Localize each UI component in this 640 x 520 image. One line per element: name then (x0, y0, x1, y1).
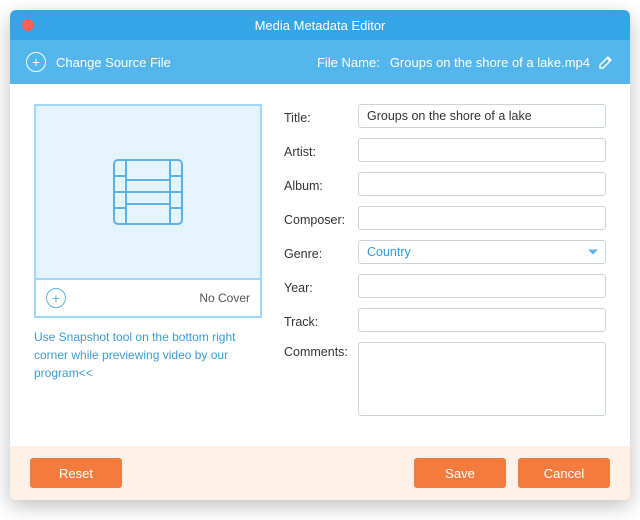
comments-input[interactable] (358, 342, 606, 416)
artist-input[interactable] (358, 138, 606, 162)
plus-circle-icon: + (26, 52, 46, 72)
year-label: Year: (284, 278, 358, 295)
edit-filename-button[interactable] (598, 54, 614, 70)
genre-value: Country (367, 245, 411, 259)
album-label: Album: (284, 176, 358, 193)
save-button[interactable]: Save (414, 458, 506, 488)
track-label: Track: (284, 312, 358, 329)
genre-label: Genre: (284, 244, 358, 261)
pencil-icon (598, 54, 614, 70)
cover-preview (34, 104, 262, 280)
media-placeholder-icon (106, 150, 190, 234)
no-cover-label: No Cover (199, 291, 250, 305)
change-source-button[interactable]: + Change Source File (26, 52, 171, 72)
file-name-value: Groups on the shore of a lake.mp4 (390, 55, 590, 70)
cover-footer: + No Cover (34, 280, 262, 318)
artist-label: Artist: (284, 142, 358, 159)
close-window-button[interactable] (22, 19, 34, 31)
chevron-down-icon (588, 250, 598, 255)
composer-label: Composer: (284, 210, 358, 227)
subheader: + Change Source File File Name: Groups o… (10, 40, 630, 84)
title-input[interactable] (358, 104, 606, 128)
snapshot-hint: Use Snapshot tool on the bottom right co… (34, 328, 262, 382)
genre-select[interactable]: Country (358, 240, 606, 264)
track-input[interactable] (358, 308, 606, 332)
cover-column: + No Cover Use Snapshot tool on the bott… (34, 104, 262, 434)
album-input[interactable] (358, 172, 606, 196)
reset-button[interactable]: Reset (30, 458, 122, 488)
file-name-label: File Name: (317, 55, 380, 70)
cancel-button[interactable]: Cancel (518, 458, 610, 488)
change-source-label: Change Source File (56, 55, 171, 70)
add-cover-button[interactable]: + (46, 288, 66, 308)
title-label: Title: (284, 108, 358, 125)
composer-input[interactable] (358, 206, 606, 230)
year-input[interactable] (358, 274, 606, 298)
app-window: Media Metadata Editor + Change Source Fi… (10, 10, 630, 500)
content-area: + No Cover Use Snapshot tool on the bott… (10, 84, 630, 446)
comments-label: Comments: (284, 342, 358, 359)
footer: Reset Save Cancel (10, 446, 630, 500)
titlebar: Media Metadata Editor (10, 10, 630, 40)
form-column: Title: Artist: Album: Composer: Genre: C (284, 104, 606, 434)
window-title: Media Metadata Editor (10, 18, 630, 33)
